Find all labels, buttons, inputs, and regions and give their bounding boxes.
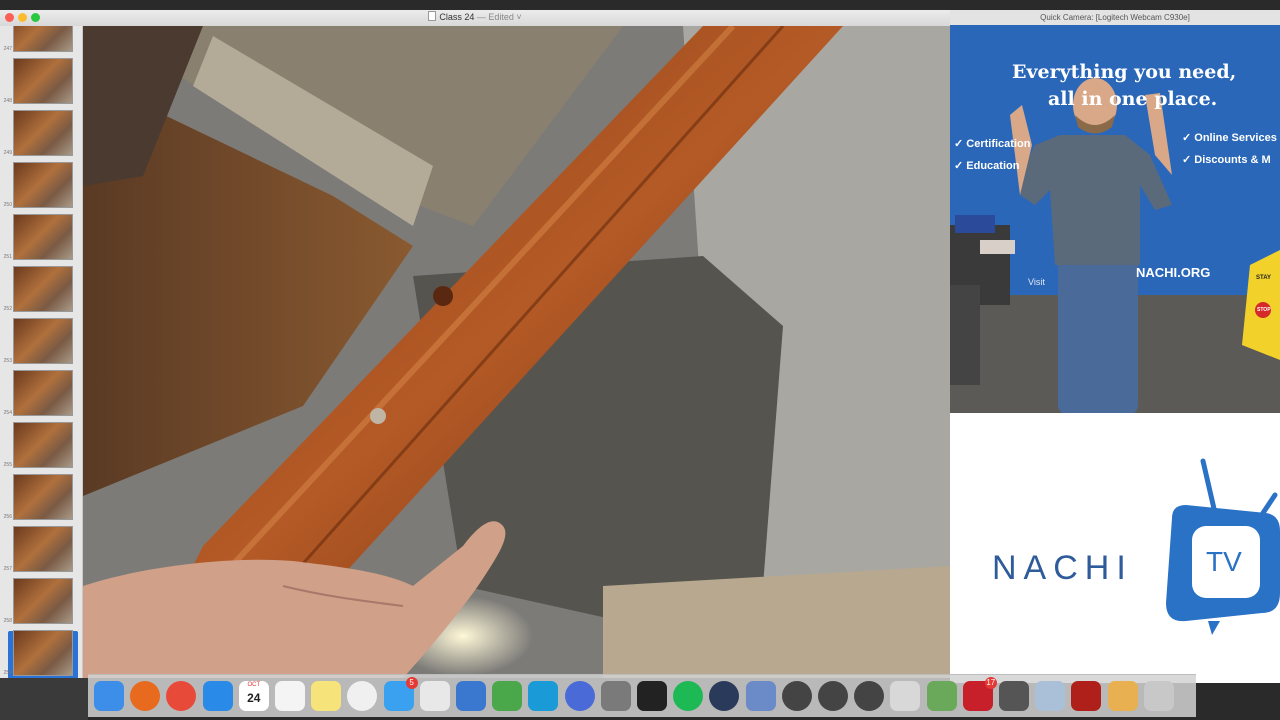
slide-thumbnail[interactable] (13, 526, 73, 572)
firefox-icon[interactable] (130, 681, 161, 711)
calculator-icon[interactable] (890, 681, 921, 711)
camera-3-icon[interactable] (854, 681, 885, 711)
screenshot-icon[interactable] (745, 681, 776, 711)
notes-icon[interactable] (311, 681, 342, 711)
slide-number: 251 (3, 254, 12, 260)
keynote-icon[interactable] (456, 681, 486, 711)
banner-items-left: ✓ Certification ✓ Education (954, 133, 1030, 177)
calendar-month: OCT (247, 682, 261, 688)
audio-icon[interactable] (564, 681, 595, 711)
slide-number: 247 (3, 46, 12, 52)
slide-number: 257 (3, 566, 12, 572)
sign-label-stop: STOP (1257, 307, 1271, 313)
window-title: Class 24 — Edited ˅ (0, 11, 950, 22)
person-jeans (1058, 255, 1138, 413)
keynote-window: Class 24 — Edited ˅ 247 248 249 250 251 252 25… (0, 10, 950, 678)
dock: 24 OCT 5 17 (88, 674, 1196, 717)
slide-number: 255 (3, 462, 12, 468)
quicktime-icon[interactable] (709, 681, 740, 711)
banner-item-label: Certification (966, 138, 1031, 150)
textedit-icon[interactable] (275, 681, 305, 711)
banner-headline-line-1: Everything you need, (1012, 61, 1237, 83)
banner-url-prefix: Visit (1028, 277, 1045, 287)
slide-number: 253 (3, 358, 12, 364)
system-preferences-icon[interactable] (600, 681, 631, 711)
banner-headline-line-2: all in one place. (1048, 88, 1218, 110)
slide-canvas[interactable] (83, 26, 950, 678)
banner-item: ✓ Online Services (1182, 132, 1277, 144)
slide-navigator[interactable]: 247 248 249 250 251 252 253 254 255 256 257 258 259 (0, 26, 83, 678)
camera-2-icon[interactable] (818, 681, 848, 711)
preview-icon[interactable] (419, 681, 450, 711)
tv-logo-text: TV (1206, 546, 1242, 577)
banner-item: ✓ Certification (954, 138, 1031, 150)
spotify-icon[interactable] (673, 681, 704, 711)
camera-window-title[interactable]: Quick Camera: [Logitech Webcam C930e] (950, 10, 1280, 26)
slide-number: 258 (3, 618, 12, 624)
slide-thumbnail[interactable] (13, 162, 73, 208)
slide-thumbnail[interactable] (13, 422, 73, 468)
photos-icon[interactable] (347, 681, 378, 711)
banner-item: ✓ Discounts & M (1182, 154, 1271, 166)
banner-headline: Everything you need, all in one place. (1012, 59, 1252, 113)
trash-icon[interactable] (1143, 681, 1174, 711)
numbers-icon[interactable] (492, 681, 523, 711)
slide-number: 250 (3, 202, 12, 208)
finder-icon[interactable] (94, 681, 124, 711)
banner-item-label: Online Services (1194, 132, 1277, 144)
banner-url: NACHI.ORG (1136, 265, 1210, 280)
notification-badge: 5 (405, 677, 418, 689)
calendar-day: 24 (247, 691, 261, 705)
document-status: — Edited ˅ (476, 12, 522, 22)
notification-badge: 17 (984, 677, 997, 689)
slide-number: 249 (3, 150, 12, 156)
slide-thumbnail[interactable] (13, 266, 73, 312)
slide-thumbnail[interactable] (13, 370, 73, 416)
slide-number: 252 (3, 306, 12, 312)
camera-window: Quick Camera: [Logitech Webcam C930e] Ev… (950, 10, 1280, 413)
script-editor-icon[interactable] (999, 681, 1029, 711)
banner-url-text: NACHI.ORG (1136, 265, 1211, 280)
slide-thumbnail[interactable] (13, 110, 73, 156)
slide-thumbnail[interactable] (13, 630, 73, 676)
document-icon (428, 11, 437, 21)
messages-icon[interactable]: 5 (383, 677, 418, 711)
slide-number: 259 (3, 670, 12, 676)
nachi-tv-logo-area: NACHI TV (950, 413, 1280, 683)
slide-number: 248 (3, 98, 12, 104)
desktop-edge (0, 678, 88, 720)
user-icon[interactable] (926, 681, 957, 711)
document-title: Class 24 (439, 12, 475, 22)
calendar-icon[interactable]: 24 OCT (238, 681, 269, 711)
camera-1-icon[interactable] (781, 681, 812, 711)
scanner-icon[interactable] (1035, 681, 1066, 711)
slide-photo (83, 26, 950, 678)
webcam-feed: Everything you need, all in one place. ✓… (950, 25, 1280, 413)
slide-thumbnail[interactable] (13, 474, 73, 520)
adobe-q-icon[interactable]: 17 (962, 677, 997, 711)
banner-item-label: Education (966, 160, 1020, 172)
slide-thumbnail[interactable] (13, 58, 73, 104)
banner-item-label: Discounts & M (1194, 154, 1271, 166)
chrome-icon[interactable] (166, 681, 197, 711)
slide-number: 254 (3, 410, 12, 416)
safari-icon[interactable] (202, 681, 233, 711)
banner-item: ✓ Education (954, 160, 1020, 172)
cookie-icon[interactable] (1107, 681, 1138, 711)
slide-thumbnail[interactable] (13, 214, 73, 260)
slide-thumbnail[interactable] (13, 578, 73, 624)
acrobat-icon[interactable] (1071, 681, 1102, 711)
final-cut-icon[interactable] (637, 681, 667, 711)
keynote-titlebar[interactable]: Class 24 — Edited ˅ (0, 10, 950, 27)
slide-thumbnail[interactable] (13, 318, 73, 364)
banner-items-right: ✓ Online Services ✓ Discounts & M (1182, 127, 1277, 171)
skype-icon[interactable] (528, 681, 559, 711)
slide-number: 256 (3, 514, 12, 520)
sign-label-top: STAY (1256, 275, 1272, 281)
slide-thumbnail[interactable] (13, 26, 73, 52)
